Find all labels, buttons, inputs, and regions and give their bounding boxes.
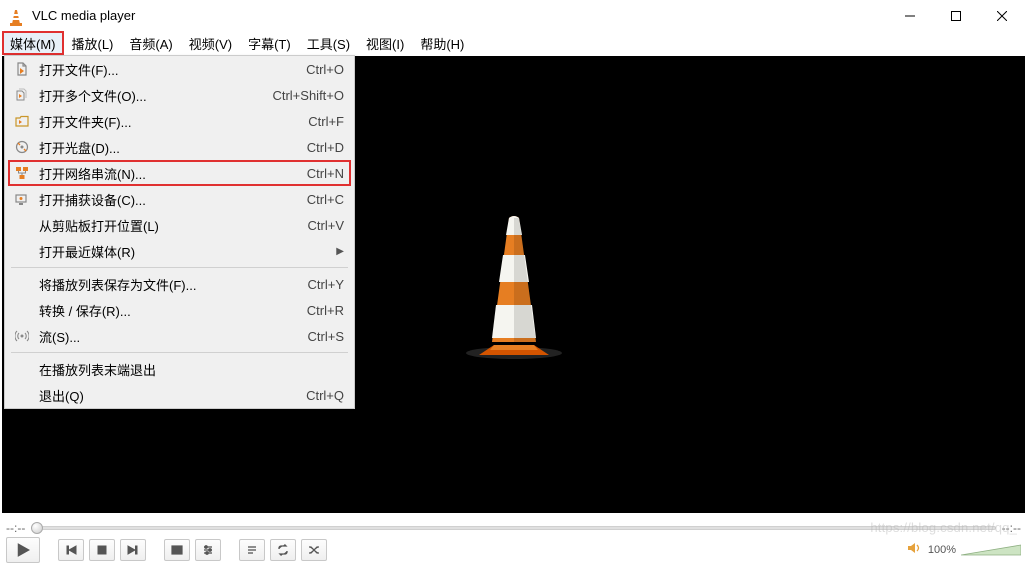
- chevron-right-icon: ▶: [334, 246, 344, 257]
- menu-item-7[interactable]: 帮助(H): [412, 31, 472, 55]
- menu-row-label: 打开文件(F)...: [33, 60, 306, 79]
- menu-item-3[interactable]: 视频(V): [181, 31, 240, 55]
- media-menu-dropdown: 打开文件(F)...Ctrl+O打开多个文件(O)...Ctrl+Shift+O…: [4, 55, 355, 409]
- folder-icon: [11, 114, 33, 128]
- menu-row-shortcut: Ctrl+Shift+O: [272, 88, 344, 103]
- menu-row-7[interactable]: 打开最近媒体(R)▶: [5, 238, 354, 264]
- volume-label: 100%: [928, 544, 956, 556]
- menu-row-label: 打开最近媒体(R): [33, 242, 334, 261]
- menu-item-5[interactable]: 工具(S): [299, 31, 358, 55]
- menu-row-label: 在播放列表末端退出: [33, 360, 344, 379]
- loop-button[interactable]: [270, 539, 296, 561]
- title-bar: VLC media player: [0, 0, 1027, 31]
- menu-row-shortcut: Ctrl+Y: [308, 277, 344, 292]
- play-button[interactable]: [6, 537, 40, 563]
- menu-row-13[interactable]: 在播放列表末端退出: [5, 356, 354, 382]
- playlist-button[interactable]: [239, 539, 265, 561]
- menu-row-label: 打开多个文件(O)...: [33, 86, 272, 105]
- menu-row-4[interactable]: 打开网络串流(N)...Ctrl+N: [5, 160, 354, 186]
- extended-settings-button[interactable]: [195, 539, 221, 561]
- menu-row-9[interactable]: 将播放列表保存为文件(F)...Ctrl+Y: [5, 271, 354, 297]
- menu-row-shortcut: Ctrl+D: [307, 140, 344, 155]
- shuffle-button[interactable]: [301, 539, 327, 561]
- app-icon: [8, 8, 24, 24]
- fullscreen-button[interactable]: [164, 539, 190, 561]
- menu-item-1[interactable]: 播放(L): [64, 31, 122, 55]
- menu-row-label: 将播放列表保存为文件(F)...: [33, 275, 308, 294]
- watermark: https://blog.csdn.net/qq_: [870, 520, 1017, 535]
- minimize-button[interactable]: [887, 0, 933, 31]
- mute-button[interactable]: [907, 541, 923, 560]
- seek-row: --:-- --:--: [6, 519, 1021, 537]
- menu-row-1[interactable]: 打开多个文件(O)...Ctrl+Shift+O: [5, 82, 354, 108]
- menu-row-shortcut: Ctrl+V: [308, 218, 344, 233]
- menu-row-label: 流(S)...: [33, 327, 308, 346]
- menu-row-label: 打开文件夹(F)...: [33, 112, 308, 131]
- previous-button[interactable]: [58, 539, 84, 561]
- menu-row-11[interactable]: 流(S)...Ctrl+S: [5, 323, 354, 349]
- capture-icon: [11, 192, 33, 206]
- menu-row-label: 从剪贴板打开位置(L): [33, 216, 308, 235]
- stop-button[interactable]: [89, 539, 115, 561]
- menu-row-14[interactable]: 退出(Q)Ctrl+Q: [5, 382, 354, 408]
- time-elapsed: --:--: [6, 521, 25, 535]
- menu-row-shortcut: Ctrl+R: [307, 303, 344, 318]
- menu-item-6[interactable]: 视图(I): [358, 31, 412, 55]
- menu-item-2[interactable]: 音频(A): [121, 31, 180, 55]
- menu-row-shortcut: Ctrl+N: [307, 166, 344, 181]
- seek-slider[interactable]: [31, 521, 995, 535]
- menu-row-5[interactable]: 打开捕获设备(C)...Ctrl+C: [5, 186, 354, 212]
- menu-row-shortcut: Ctrl+O: [306, 62, 344, 77]
- vlc-cone-logo: [454, 210, 574, 360]
- menu-row-shortcut: Ctrl+F: [308, 114, 344, 129]
- menu-row-0[interactable]: 打开文件(F)...Ctrl+O: [5, 56, 354, 82]
- menu-row-label: 转换 / 保存(R)...: [33, 301, 307, 320]
- file-icon: [11, 62, 33, 76]
- maximize-button[interactable]: [933, 0, 979, 31]
- menu-bar: 媒体(M)播放(L)音频(A)视频(V)字幕(T)工具(S)视图(I)帮助(H): [0, 31, 1027, 55]
- next-button[interactable]: [120, 539, 146, 561]
- window-title: VLC media player: [32, 8, 887, 23]
- menu-item-4[interactable]: 字幕(T): [240, 31, 299, 55]
- close-button[interactable]: [979, 0, 1025, 31]
- volume-slider[interactable]: [961, 543, 1021, 557]
- menu-row-6[interactable]: 从剪贴板打开位置(L)Ctrl+V: [5, 212, 354, 238]
- menu-row-shortcut: Ctrl+Q: [306, 388, 344, 403]
- menu-row-3[interactable]: 打开光盘(D)...Ctrl+D: [5, 134, 354, 160]
- network-icon: [11, 166, 33, 180]
- menu-row-10[interactable]: 转换 / 保存(R)...Ctrl+R: [5, 297, 354, 323]
- control-bar: 100%: [6, 538, 1021, 562]
- menu-row-shortcut: Ctrl+C: [307, 192, 344, 207]
- menu-row-2[interactable]: 打开文件夹(F)...Ctrl+F: [5, 108, 354, 134]
- menu-row-label: 打开光盘(D)...: [33, 138, 307, 157]
- menu-row-shortcut: Ctrl+S: [308, 329, 344, 344]
- menu-row-label: 退出(Q): [33, 386, 306, 405]
- stream-icon: [11, 329, 33, 343]
- menu-row-label: 打开网络串流(N)...: [33, 164, 307, 183]
- menu-row-label: 打开捕获设备(C)...: [33, 190, 307, 209]
- disc-icon: [11, 140, 33, 154]
- files-icon: [11, 88, 33, 102]
- menu-item-0[interactable]: 媒体(M): [2, 31, 64, 55]
